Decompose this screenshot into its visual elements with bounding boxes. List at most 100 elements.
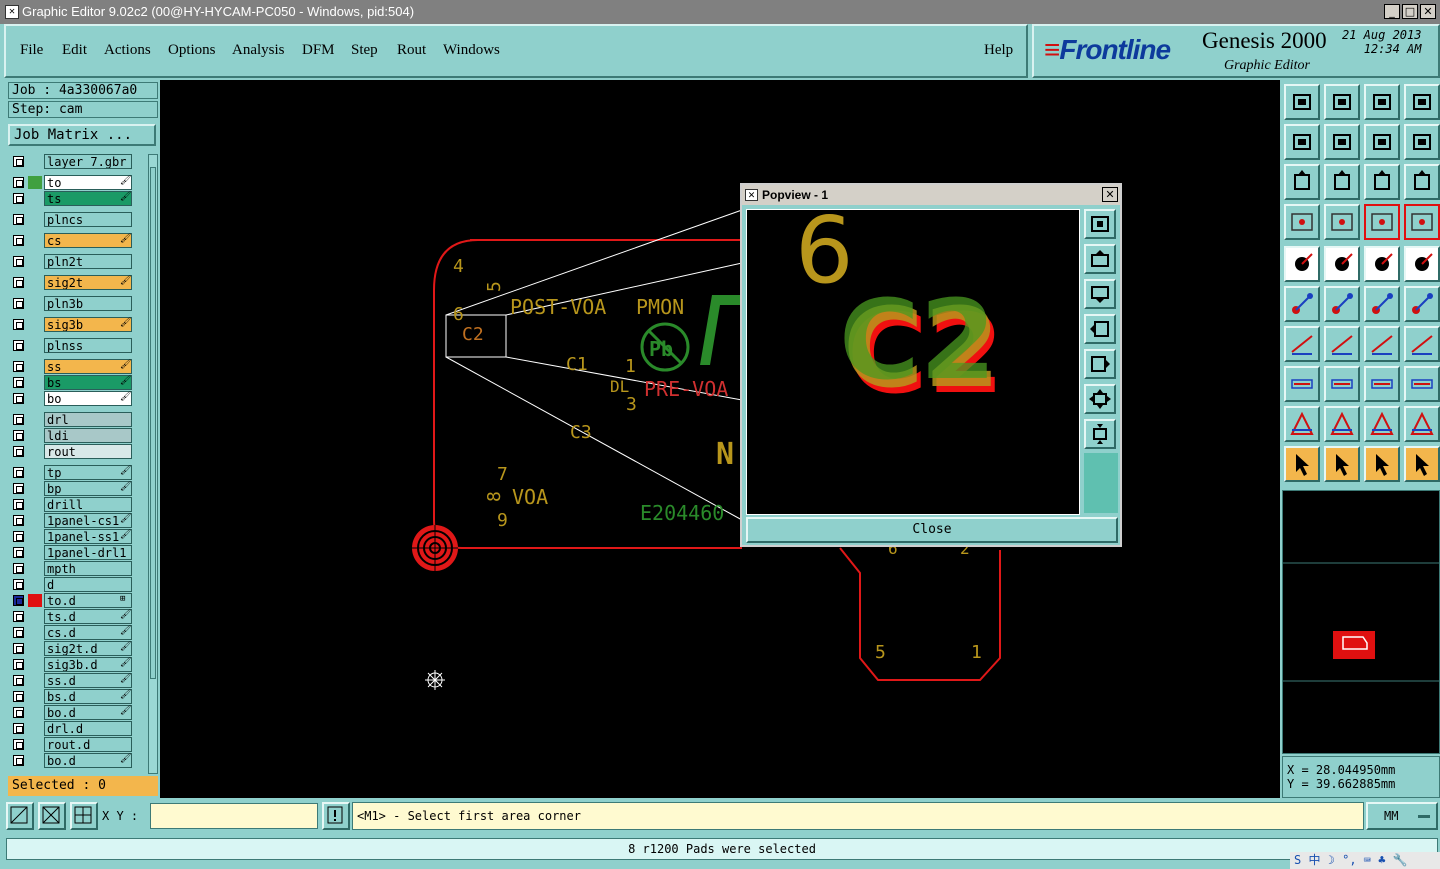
undo-button[interactable] — [1364, 124, 1400, 160]
line-button[interactable] — [1324, 326, 1360, 362]
help-button[interactable] — [1404, 164, 1440, 200]
layer-visibility-checkbox[interactable] — [13, 377, 24, 388]
layer-color-swatch[interactable] — [28, 594, 42, 607]
menu-windows[interactable]: Windows — [443, 42, 500, 59]
delete-button[interactable] — [1324, 286, 1360, 322]
unit-selector[interactable]: MM — [1366, 802, 1438, 830]
layer-visibility-checkbox[interactable] — [13, 235, 24, 246]
layer-visibility-checkbox[interactable] — [13, 446, 24, 457]
layer-visibility-checkbox[interactable] — [13, 256, 24, 267]
layer-name[interactable]: bp — [44, 481, 132, 496]
layer-color-swatch[interactable] — [28, 176, 42, 189]
triangle-blue-button[interactable] — [1404, 406, 1440, 442]
cursor-box-button[interactable] — [1324, 446, 1360, 482]
angle-button[interactable] — [1284, 326, 1320, 362]
layer-name[interactable]: cs.d — [44, 625, 132, 640]
layer-name[interactable]: pln2t — [44, 254, 132, 269]
layer-visibility-checkbox[interactable] — [13, 611, 24, 622]
minimize-button[interactable]: _ — [1384, 4, 1400, 19]
layer-name[interactable]: drill — [44, 497, 132, 512]
popview-close-x-button[interactable]: ✕ — [1102, 187, 1118, 202]
menu-rout[interactable]: Rout — [397, 42, 426, 59]
layer-name[interactable]: sig3b — [44, 317, 132, 332]
layer-row[interactable]: 1panel-cs1 🖌 — [8, 513, 150, 528]
layers-red-button[interactable] — [1364, 204, 1400, 240]
overview-minimap[interactable] — [1282, 490, 1440, 754]
layer-name[interactable]: plncs — [44, 212, 132, 227]
menu-actions[interactable]: Actions — [104, 42, 151, 59]
move-right-button[interactable] — [1324, 124, 1360, 160]
layer-name[interactable]: cs — [44, 233, 132, 248]
layer-row[interactable]: bo.d 🖌 — [8, 705, 150, 720]
layer-visibility-checkbox[interactable] — [13, 467, 24, 478]
layer-name[interactable]: pln3b — [44, 296, 132, 311]
layer-row[interactable]: tp 🖌 — [8, 465, 150, 480]
pad-button[interactable] — [1404, 246, 1440, 282]
layer-name[interactable]: ts — [44, 191, 132, 206]
layer-visibility-checkbox[interactable] — [13, 214, 24, 225]
layer-visibility-checkbox[interactable] — [13, 627, 24, 638]
layer-name[interactable]: to.d — [44, 593, 132, 608]
layer-row[interactable]: ldi — [8, 428, 150, 443]
layer-visibility-checkbox[interactable] — [13, 156, 24, 167]
layer-name[interactable]: layer_7.gbr — [44, 154, 132, 169]
layer-name[interactable]: rout — [44, 444, 132, 459]
layer-row[interactable]: 1panel-ss1 🖌 — [8, 529, 150, 544]
layer-visibility-checkbox[interactable] — [13, 361, 24, 372]
connect-button[interactable] — [1284, 286, 1320, 322]
layer-row[interactable]: ss.d 🖌 — [8, 673, 150, 688]
layer-visibility-checkbox[interactable] — [13, 177, 24, 188]
layer-visibility-checkbox[interactable] — [13, 393, 24, 404]
layer-row[interactable]: sig2t.d 🖌 — [8, 641, 150, 656]
maximize-button[interactable]: □ — [1402, 4, 1418, 19]
scale-button[interactable] — [1364, 164, 1400, 200]
layer-visibility-checkbox[interactable] — [13, 483, 24, 494]
window-button[interactable] — [1404, 84, 1440, 120]
triangle-up-button[interactable] — [1364, 406, 1400, 442]
layer-row[interactable]: pln2t — [8, 254, 150, 269]
popview-zoom-out-button[interactable] — [1084, 419, 1116, 449]
arc-button[interactable] — [1364, 326, 1400, 362]
layer-name[interactable]: bs.d — [44, 689, 132, 704]
layer-name[interactable]: mpth — [44, 561, 132, 576]
layer-name[interactable]: bo.d — [44, 753, 132, 768]
move-point-button[interactable] — [1364, 286, 1400, 322]
layer-row[interactable]: rout — [8, 444, 150, 459]
triangle-arrow-button[interactable] — [1324, 406, 1360, 442]
center-button[interactable] — [1324, 164, 1360, 200]
close-window-button[interactable]: ✕ — [1420, 4, 1436, 19]
layer-name[interactable]: tp — [44, 465, 132, 480]
layer-visibility-checkbox[interactable] — [13, 499, 24, 510]
layer-row[interactable]: layer_7.gbr — [8, 154, 150, 169]
route-button[interactable] — [1404, 446, 1440, 482]
snap-button[interactable] — [6, 802, 34, 830]
popview-zoom-in-button[interactable] — [1084, 209, 1116, 239]
cursor-button[interactable] — [1284, 446, 1320, 482]
move-left-button[interactable] — [1284, 124, 1320, 160]
shapes-button[interactable] — [1404, 366, 1440, 402]
layer-name[interactable]: 1panel-drl1 — [44, 545, 132, 560]
measure-button[interactable] — [1364, 366, 1400, 402]
layer-name[interactable]: 1panel-ss1 — [44, 529, 132, 544]
measure-button[interactable] — [38, 802, 66, 830]
layer-visibility-checkbox[interactable] — [13, 579, 24, 590]
select-circle-button[interactable] — [1284, 246, 1320, 282]
layer-visibility-checkbox[interactable] — [13, 298, 24, 309]
popview-pan-right-button[interactable] — [1084, 349, 1116, 379]
menu-analysis[interactable]: Analysis — [232, 42, 285, 59]
layer-scrollbar[interactable] — [148, 154, 158, 774]
dot-select-button[interactable] — [1284, 366, 1320, 402]
layer-row[interactable]: pln3b — [8, 296, 150, 311]
layer-row[interactable]: drl — [8, 412, 150, 427]
layer-visibility-checkbox[interactable] — [13, 277, 24, 288]
popview-fit-button[interactable] — [1084, 384, 1116, 414]
layer-row[interactable]: bo 🖌 — [8, 391, 150, 406]
layer-name[interactable]: drl.d — [44, 721, 132, 736]
layer-row[interactable]: rout.d — [8, 737, 150, 752]
info-button[interactable] — [322, 802, 350, 830]
layer-name[interactable]: bs — [44, 375, 132, 390]
layer-row[interactable]: bp 🖌 — [8, 481, 150, 496]
layer-visibility-checkbox[interactable] — [13, 193, 24, 204]
layer-visibility-checkbox[interactable] — [13, 430, 24, 441]
menu-edit[interactable]: Edit — [62, 42, 87, 59]
